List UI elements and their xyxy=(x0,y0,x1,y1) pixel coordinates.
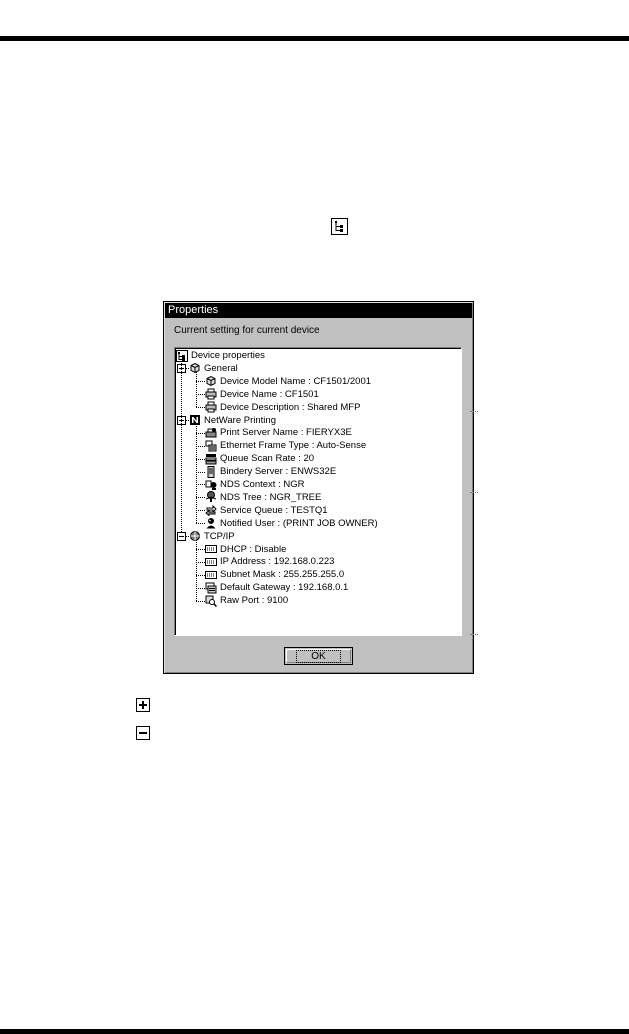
tree-item-label: Queue Scan Rate : 20 xyxy=(220,453,315,465)
tree-item-label: Device Model Name : CF1501/2001 xyxy=(220,375,372,387)
device-properties-icon xyxy=(331,218,348,235)
ip-field-icon xyxy=(205,543,217,555)
tree-connector xyxy=(196,523,205,525)
tree-item[interactable]: Device Name : CF1501 xyxy=(205,388,319,401)
tree-connector xyxy=(196,484,205,486)
cube-icon xyxy=(189,362,201,374)
tree-root-label: Device properties xyxy=(191,350,265,361)
tree-root[interactable]: Device properties xyxy=(176,349,265,362)
tree-connector xyxy=(196,471,205,473)
tree-item[interactable]: Notified User : (PRINT JOB OWNER) xyxy=(205,517,378,530)
dialog-caption: Current setting for current device xyxy=(174,325,320,336)
tree-connector xyxy=(196,561,205,563)
print-server-icon xyxy=(205,427,217,439)
ip-field-icon xyxy=(205,556,217,568)
tcpip-icon xyxy=(189,530,201,542)
properties-dialog: Properties Current setting for current d… xyxy=(163,301,474,674)
tree-item[interactable]: Raw Port : 9100 xyxy=(205,594,288,607)
tree-item[interactable]: Device Description : Shared MFP xyxy=(205,401,360,414)
margin-tick xyxy=(470,634,478,635)
tree-item[interactable]: IP Address : 192.168.0.223 xyxy=(205,555,334,568)
tree-connector xyxy=(181,360,182,533)
tree-connector xyxy=(196,445,205,447)
tree-group-1[interactable]: NetWare Printing xyxy=(189,414,276,427)
tree-connector xyxy=(196,372,197,408)
tree-connector xyxy=(196,394,205,396)
tree-item-label: Bindery Server : ENWS32E xyxy=(220,466,337,478)
nds-tree-icon xyxy=(205,491,217,503)
magnifier-icon xyxy=(205,595,217,607)
tree-item[interactable]: Ethernet Frame Type : Auto-Sense xyxy=(205,439,366,452)
printer-icon xyxy=(205,401,217,413)
tree-connector xyxy=(196,587,205,589)
nds-context-icon xyxy=(205,479,217,491)
cube-icon xyxy=(205,375,217,387)
tree-item-label: Ethernet Frame Type : Auto-Sense xyxy=(220,440,367,452)
device-root-icon xyxy=(176,349,188,362)
tree-item[interactable]: Default Gateway : 192.168.0.1 xyxy=(205,581,348,594)
collapse-toggle-icon[interactable] xyxy=(177,532,186,542)
network-frame-icon xyxy=(205,440,217,452)
margin-tick xyxy=(470,411,478,412)
tree-connector xyxy=(196,510,205,512)
tree-item-label: NDS Context : NGR xyxy=(220,479,305,490)
tree-item-label: Notified User : (PRINT JOB OWNER) xyxy=(220,517,378,529)
tree-item[interactable]: NDS Context : NGR xyxy=(205,478,304,491)
tree-connector xyxy=(196,574,205,576)
minus-box-icon xyxy=(136,726,150,740)
tree-connector xyxy=(196,458,205,460)
tree-item-label: Print Server Name : FIERYX3E xyxy=(220,427,352,439)
tree-connector xyxy=(196,540,197,601)
dialog-title: Properties xyxy=(165,303,472,318)
tree-connector xyxy=(196,423,197,524)
printer-icon xyxy=(205,388,217,400)
device-properties-tree[interactable]: Device properties General Device Model Nam… xyxy=(174,347,462,636)
tree-connector xyxy=(196,432,205,434)
ok-button-label: OK xyxy=(296,649,341,663)
tree-item[interactable]: DHCP : Disable xyxy=(205,543,286,556)
tree-item-label: Subnet Mask : 255.255.255.0 xyxy=(220,569,345,581)
tree-item-label: Service Queue : TESTQ1 xyxy=(220,504,328,516)
margin-tick xyxy=(470,492,478,493)
queue-icon xyxy=(205,453,217,465)
ip-field-icon xyxy=(205,569,217,581)
tree-connector xyxy=(196,381,205,383)
bottom-rule xyxy=(0,1029,629,1034)
tree-connector xyxy=(196,407,205,409)
tree-item-label: Raw Port : 9100 xyxy=(220,595,289,607)
top-rule xyxy=(0,36,629,41)
tree-connector xyxy=(196,497,205,499)
plus-box-icon xyxy=(136,698,150,712)
tree-item[interactable]: Subnet Mask : 255.255.255.0 xyxy=(205,568,344,581)
tree-item-label: DHCP : Disable xyxy=(220,543,287,555)
tree-item-label: NDS Tree : NGR_TREE xyxy=(220,491,322,503)
tree-item[interactable]: Service Queue : TESTQ1 xyxy=(205,504,328,517)
tree-item[interactable]: Queue Scan Rate : 20 xyxy=(205,452,314,465)
tree-item[interactable]: Bindery Server : ENWS32E xyxy=(205,465,336,478)
tree-group-1-label: NetWare Printing xyxy=(204,414,276,426)
tree-group-2-label: TCP/IP xyxy=(204,530,235,542)
tree-item-label: Device Name : CF1501 xyxy=(220,388,319,400)
gateway-icon xyxy=(205,582,217,594)
netware-icon xyxy=(189,414,201,426)
tree-item[interactable]: Device Model Name : CF1501/2001 xyxy=(205,375,371,388)
tree-item-label: Device Description : Shared MFP xyxy=(220,401,361,413)
tree-item[interactable]: NDS Tree : NGR_TREE xyxy=(205,491,321,504)
user-icon xyxy=(205,517,217,529)
service-queue-icon xyxy=(205,504,217,517)
tree-item-label: IP Address : 192.168.0.223 xyxy=(220,556,335,568)
tree-group-0-label: General xyxy=(204,362,238,374)
tree-connector xyxy=(196,600,205,602)
tree-item[interactable]: Print Server Name : FIERYX3E xyxy=(205,426,352,439)
ok-button[interactable]: OK xyxy=(284,647,353,665)
tree-item-label: Default Gateway : 192.168.0.1 xyxy=(220,582,349,594)
tree-connector xyxy=(196,548,205,550)
server-tower-icon xyxy=(205,465,217,478)
